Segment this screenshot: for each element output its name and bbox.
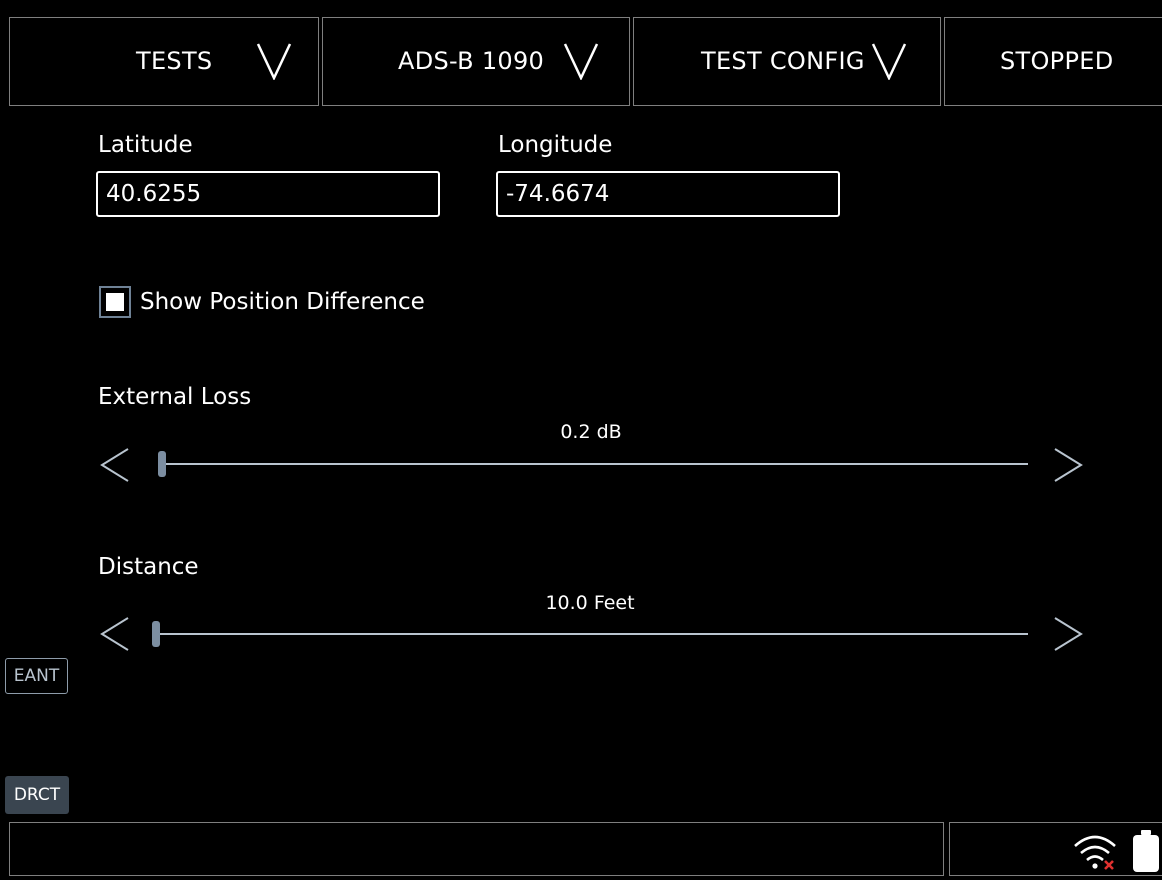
chevron-down-icon bbox=[871, 42, 907, 80]
distance-slider-track[interactable] bbox=[152, 633, 1028, 635]
longitude-label: Longitude bbox=[498, 132, 613, 158]
latitude-label: Latitude bbox=[98, 132, 193, 158]
external-loss-value: 0.2 dB bbox=[560, 421, 622, 443]
distance-decrease-arrow[interactable] bbox=[100, 614, 130, 654]
show-position-difference-label: Show Position Difference bbox=[140, 289, 425, 315]
show-position-difference-checkbox[interactable] bbox=[99, 286, 131, 318]
chevron-down-icon bbox=[256, 42, 292, 80]
chevron-down-icon bbox=[563, 42, 599, 80]
distance-value: 10.0 Feet bbox=[545, 592, 635, 614]
external-loss-decrease-arrow[interactable] bbox=[100, 445, 130, 485]
drct-button[interactable]: DRCT bbox=[5, 776, 69, 814]
status-message-bar bbox=[9, 822, 944, 876]
external-loss-label: External Loss bbox=[98, 384, 252, 410]
external-loss-slider-thumb[interactable] bbox=[158, 451, 166, 477]
tab-test-config[interactable]: TEST CONFIG bbox=[633, 17, 941, 106]
eant-button[interactable]: EANT bbox=[5, 658, 68, 694]
battery-icon bbox=[1131, 828, 1162, 874]
run-status-label: STOPPED bbox=[1000, 47, 1114, 75]
distance-label: Distance bbox=[98, 554, 199, 580]
external-loss-slider-track[interactable] bbox=[158, 463, 1028, 465]
distance-increase-arrow[interactable] bbox=[1053, 614, 1083, 654]
distance-slider-thumb[interactable] bbox=[152, 621, 160, 647]
checkbox-checked-mark bbox=[106, 293, 124, 311]
tab-tests[interactable]: TESTS bbox=[9, 17, 319, 106]
tab-tests-label: TESTS bbox=[136, 47, 213, 75]
tab-ads-b-label: ADS-B 1090 bbox=[398, 47, 545, 75]
wifi-disconnected-icon bbox=[1072, 832, 1122, 870]
tab-ads-b-1090[interactable]: ADS-B 1090 bbox=[322, 17, 630, 106]
tab-test-config-label: TEST CONFIG bbox=[701, 47, 865, 75]
tab-run-status[interactable]: STOPPED bbox=[944, 17, 1162, 106]
longitude-input[interactable] bbox=[496, 171, 840, 217]
external-loss-increase-arrow[interactable] bbox=[1053, 445, 1083, 485]
latitude-input[interactable] bbox=[96, 171, 440, 217]
